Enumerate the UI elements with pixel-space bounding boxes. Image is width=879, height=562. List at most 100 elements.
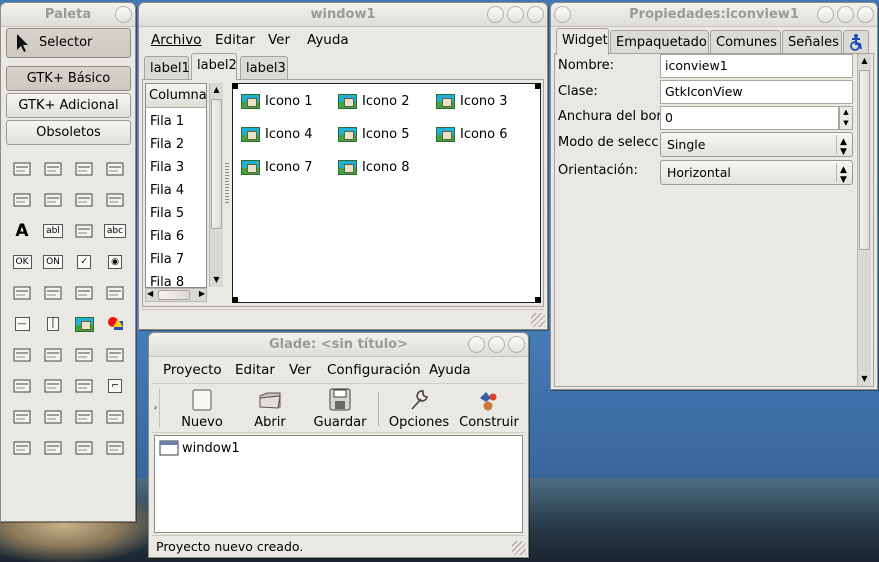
palette-titlebar[interactable]: Paleta — [1, 3, 135, 27]
tab-label3[interactable]: label3 — [240, 56, 288, 80]
hseparator-icon[interactable]: — — [11, 313, 33, 335]
build-button[interactable]: Construir — [456, 388, 522, 430]
properties-scrollbar[interactable]: ▲ ▼ — [857, 54, 871, 386]
icon-item[interactable]: Icono 4 — [241, 127, 313, 142]
menu-ver[interactable]: Ver — [289, 362, 311, 378]
vseparator-icon[interactable]: │ — [42, 313, 64, 335]
combo-box-icon[interactable] — [42, 282, 64, 304]
project-item[interactable]: window1 — [159, 440, 240, 456]
button-icon[interactable]: OK — [11, 251, 33, 273]
filechooser-icon[interactable] — [42, 344, 64, 366]
properties-titlebar[interactable]: Propiedades:iconview1 — [551, 3, 877, 27]
options-button[interactable]: Opciones — [386, 388, 452, 430]
menu-proyecto[interactable]: Proyecto — [163, 362, 222, 378]
drawing-icon[interactable] — [104, 313, 126, 335]
group-additional-button[interactable]: GTK+ Adicional — [6, 93, 131, 118]
scroll-thumb[interactable] — [859, 70, 870, 250]
menu-ayuda[interactable]: Ayuda — [429, 362, 471, 378]
tree-row[interactable]: Fila 8 — [150, 275, 184, 287]
new-button[interactable]: Nuevo — [172, 388, 232, 430]
radio-icon[interactable] — [73, 189, 95, 211]
toggle-button-icon[interactable]: ON — [42, 251, 64, 273]
image-icon[interactable] — [73, 313, 95, 335]
scroll-down-arrow-icon[interactable]: ▼ — [858, 372, 871, 386]
icon-item[interactable]: Icono 7 — [241, 160, 313, 175]
menu-editar[interactable]: Editar — [215, 32, 255, 48]
scroll-thumb[interactable] — [211, 99, 222, 229]
button-box-icon[interactable] — [11, 189, 33, 211]
tab-senales[interactable]: Señales — [782, 30, 842, 54]
icon-view[interactable]: Icono 1 Icono 2 Icono 3 Icono 4 Icono 5 … — [232, 83, 541, 303]
tree-row[interactable]: Fila 1 — [150, 114, 184, 129]
icon-item[interactable]: Icono 3 — [436, 94, 508, 109]
ruler-icon[interactable] — [104, 437, 126, 459]
menu-ayuda[interactable]: Ayuda — [307, 32, 349, 48]
minimize-icon[interactable] — [817, 6, 834, 23]
menu-editar[interactable]: Editar — [235, 362, 275, 378]
scale-icon[interactable] — [104, 406, 126, 428]
tab-comunes[interactable]: Comunes — [710, 30, 781, 54]
menu-ver[interactable]: Ver — [268, 32, 290, 48]
colorbutton-icon[interactable] — [73, 344, 95, 366]
tree-horizontal-scrollbar[interactable]: ◀ ▶ — [145, 288, 207, 302]
close-icon[interactable] — [115, 6, 132, 23]
resize-grip[interactable] — [531, 313, 545, 327]
icon-item[interactable]: Icono 8 — [338, 160, 410, 175]
spin-button-icon[interactable] — [11, 282, 33, 304]
open-button[interactable]: Abrir — [240, 388, 300, 430]
icon-item[interactable]: Icono 5 — [338, 127, 410, 142]
icon-grid-icon[interactable] — [104, 282, 126, 304]
window-icon[interactable] — [11, 158, 33, 180]
window-menu-icon[interactable] — [554, 6, 571, 23]
orientation-combo[interactable]: Horizontal ▲ ▼ — [660, 160, 853, 185]
tab-accessibility[interactable] — [843, 30, 869, 54]
alignment-icon[interactable] — [73, 437, 95, 459]
border-width-field[interactable]: 0 — [660, 106, 839, 130]
icon-item[interactable]: Icono 1 — [241, 94, 313, 109]
scroll-right-arrow-icon[interactable]: ▶ — [199, 289, 205, 298]
scroll-up-arrow-icon[interactable]: ▲ — [858, 54, 871, 68]
tree-row[interactable]: Fila 2 — [150, 137, 184, 152]
menubar-icon[interactable] — [42, 158, 64, 180]
aspectframe-icon[interactable] — [42, 437, 64, 459]
fontbutton-icon[interactable] — [104, 344, 126, 366]
close-icon[interactable] — [527, 6, 544, 23]
toolbar-icon[interactable] — [73, 158, 95, 180]
hscroll-thumb[interactable] — [158, 290, 190, 300]
tree-row[interactable]: Fila 4 — [150, 183, 184, 198]
textview-icon[interactable]: abc — [103, 220, 127, 242]
resize-grip[interactable] — [512, 541, 526, 555]
fixed-icon[interactable]: ⌐ — [104, 375, 126, 397]
maximize-icon[interactable] — [837, 6, 854, 23]
table-icon[interactable] — [73, 375, 95, 397]
handlebox-icon[interactable] — [104, 158, 126, 180]
vpaned-icon[interactable] — [42, 406, 64, 428]
hbox-icon[interactable] — [42, 375, 64, 397]
frame-icon[interactable] — [11, 437, 33, 459]
tree-icon[interactable] — [73, 282, 95, 304]
hpaned-icon[interactable] — [11, 406, 33, 428]
selection-mode-combo[interactable]: Single ▲ ▼ — [660, 132, 853, 157]
vbox-icon[interactable] — [11, 375, 33, 397]
maximize-icon[interactable] — [488, 336, 505, 353]
icon-item[interactable]: Icono 2 — [338, 94, 410, 109]
scroll-up-arrow-icon[interactable]: ▲ — [210, 83, 223, 97]
group-obsolete-button[interactable]: Obsoletos — [6, 120, 131, 145]
toggle-icon[interactable] — [42, 189, 64, 211]
scroll-left-arrow-icon[interactable]: ◀ — [147, 289, 153, 298]
border-width-stepper[interactable]: ▲ ▼ — [839, 106, 853, 130]
tab-label2[interactable]: label2 — [191, 53, 237, 80]
toolbar-handle[interactable]: › — [154, 389, 160, 427]
maximize-icon[interactable] — [507, 6, 524, 23]
tree-view[interactable]: Columna Fila 1 Fila 2 Fila 3 Fila 4 Fila… — [145, 83, 207, 288]
glade-titlebar[interactable]: Glade: <sin título> — [149, 333, 528, 357]
check-icon[interactable] — [104, 189, 126, 211]
close-icon[interactable] — [857, 6, 874, 23]
icon-item[interactable]: Icono 6 — [436, 127, 508, 142]
selector-button[interactable]: Selector — [6, 28, 131, 58]
tree-row[interactable]: Fila 7 — [150, 252, 184, 267]
paned-handle[interactable] — [225, 163, 229, 203]
group-basic-button[interactable]: GTK+ Básico — [6, 66, 131, 91]
label-icon[interactable]: A — [11, 220, 33, 242]
menu-configuracion[interactable]: Configuración — [327, 362, 421, 378]
